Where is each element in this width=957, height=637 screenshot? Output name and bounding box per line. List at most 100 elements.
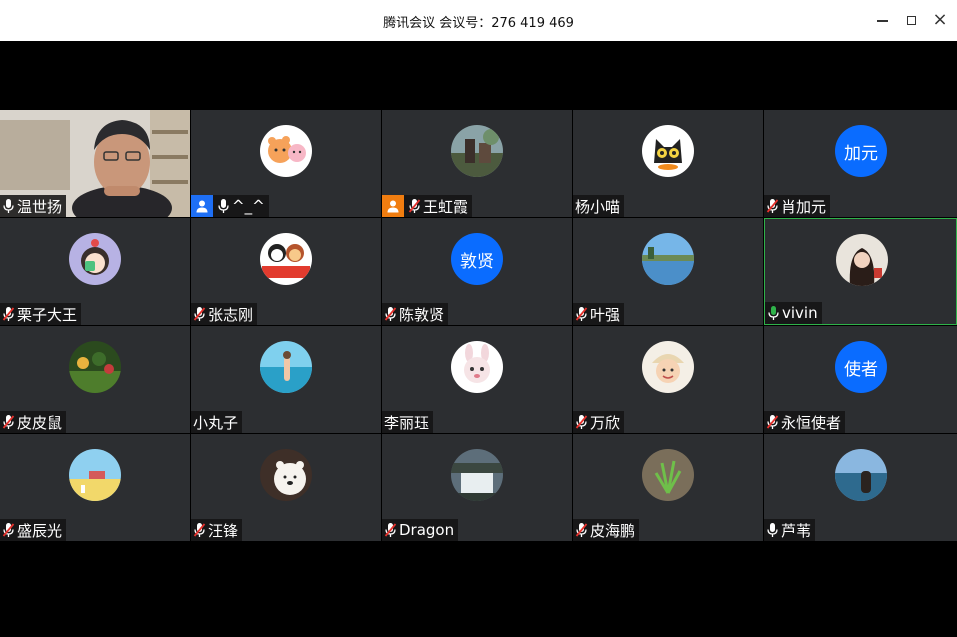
- participant-tile[interactable]: 盛辰光: [0, 434, 190, 541]
- participant-name-label: 汪锋: [191, 519, 243, 541]
- participant-name: 盛辰光: [17, 521, 63, 540]
- mic-muted-icon: [575, 306, 590, 322]
- waterfall-icon: [451, 449, 503, 501]
- participant-tile[interactable]: 汪锋: [191, 434, 381, 541]
- participant-tile[interactable]: 敦贤陈敦贤: [382, 218, 572, 325]
- initials-avatar: 敦贤: [451, 233, 503, 285]
- participant-name-label: 肖加元: [764, 195, 831, 217]
- participant-name: 温世扬: [17, 197, 63, 216]
- participant-name: ^_^: [232, 197, 265, 215]
- cartoon-girl-icon: [69, 233, 121, 285]
- participant-tile[interactable]: 栗子大王: [0, 218, 190, 325]
- participant-tile[interactable]: 小丸子: [191, 326, 381, 433]
- mic-muted-icon: [575, 414, 590, 430]
- participant-tile[interactable]: 使者永恒使者: [764, 326, 957, 433]
- maximize-icon[interactable]: [897, 6, 925, 34]
- bunny-girl-icon: [451, 341, 503, 393]
- participant-name-label: 杨小喵: [573, 195, 625, 217]
- mic-muted-icon: [408, 198, 423, 214]
- participant-name-label: 叶强: [573, 303, 625, 325]
- participant-name-label: Dragon: [382, 519, 459, 541]
- participant-name-label: 永恒使者: [764, 411, 846, 433]
- participant-name: 芦苇: [781, 521, 812, 540]
- user-badge-icon: [191, 195, 213, 217]
- initials-avatar: 使者: [835, 341, 887, 393]
- participant-name-label: 张志刚: [191, 303, 258, 325]
- participant-tile[interactable]: 叶强: [573, 218, 763, 325]
- participant-name: 万欣: [590, 413, 621, 432]
- participant-name-label: vivin: [765, 302, 822, 324]
- participant-name-label: 芦苇: [764, 519, 816, 541]
- plant-photo-icon: [642, 449, 694, 501]
- participant-tile[interactable]: 加元肖加元: [764, 110, 957, 217]
- participant-tile[interactable]: Dragon: [382, 434, 572, 541]
- close-icon[interactable]: [926, 6, 954, 34]
- participant-tile[interactable]: 万欣: [573, 326, 763, 433]
- sunny-field-icon: [69, 449, 121, 501]
- participant-tile[interactable]: 芦苇: [764, 434, 957, 541]
- bear-cartoon-icon: [260, 125, 312, 177]
- participant-tile[interactable]: 杨小喵: [573, 110, 763, 217]
- mic-muted-icon: [2, 522, 17, 538]
- participant-name: 小丸子: [193, 413, 239, 432]
- mic-muted-icon: [575, 522, 590, 538]
- participant-tile[interactable]: 张志刚: [191, 218, 381, 325]
- participant-tile[interactable]: 温世扬: [0, 110, 190, 217]
- polar-bear-icon: [260, 449, 312, 501]
- participant-grid: 温世扬 ^_^ 王虹霞 杨小喵 加元 肖加元 栗子大王 张志刚 敦贤 陈敦贤 叶强 vivin 皮皮鼠小…: [0, 110, 957, 543]
- microphone-icon: [767, 305, 782, 321]
- participant-name-label: 栗子大王: [0, 303, 82, 325]
- participant-name-label: ^_^: [191, 195, 269, 217]
- initials-avatar: 加元: [835, 125, 887, 177]
- participant-name-label: 小丸子: [191, 411, 243, 433]
- mic-muted-icon: [766, 414, 781, 430]
- participant-name: 肖加元: [781, 197, 827, 216]
- participant-name-label: 陈敦贤: [382, 303, 449, 325]
- participant-name: Dragon: [399, 521, 455, 539]
- lake-landscape-icon: [642, 233, 694, 285]
- participant-name: 皮海鹏: [590, 521, 636, 540]
- participant-tile[interactable]: vivin: [764, 218, 957, 325]
- mic-muted-icon: [766, 198, 781, 214]
- participant-name: 王虹霞: [423, 197, 469, 216]
- microphone-icon: [766, 522, 781, 538]
- girl-photo-icon: [836, 234, 888, 286]
- participant-name-label: 万欣: [573, 411, 625, 433]
- photo-garden-icon: [451, 125, 503, 177]
- cat-cartoon-icon: [642, 125, 694, 177]
- flowers-garden-icon: [69, 341, 121, 393]
- seaside-photo-icon: [835, 449, 887, 501]
- wuhan-jiayou-icon: [260, 233, 312, 285]
- microphone-icon: [217, 198, 232, 214]
- participant-name: vivin: [782, 304, 818, 322]
- participant-tile[interactable]: 皮皮鼠: [0, 326, 190, 433]
- participant-name: 永恒使者: [781, 413, 842, 432]
- beach-photo-icon: [260, 341, 312, 393]
- participant-name: 杨小喵: [575, 197, 621, 216]
- participant-name-label: 皮海鹏: [573, 519, 640, 541]
- participant-name: 汪锋: [208, 521, 239, 540]
- participant-tile[interactable]: 李丽珏: [382, 326, 572, 433]
- participant-tile[interactable]: ^_^: [191, 110, 381, 217]
- user-badge-icon: [382, 195, 404, 217]
- title-bar: 腾讯会议 会议号：276 419 469: [0, 0, 957, 41]
- microphone-icon: [2, 198, 17, 214]
- participant-tile[interactable]: 王虹霞: [382, 110, 572, 217]
- participant-name: 张志刚: [208, 305, 254, 324]
- participant-name-label: 李丽珏: [382, 411, 434, 433]
- mic-muted-icon: [193, 306, 208, 322]
- participant-name-label: 盛辰光: [0, 519, 67, 541]
- mic-muted-icon: [384, 522, 399, 538]
- participant-tile[interactable]: 皮海鹏: [573, 434, 763, 541]
- minimize-icon[interactable]: [868, 6, 896, 34]
- mic-muted-icon: [2, 306, 17, 322]
- participant-name-label: 王虹霞: [382, 195, 473, 217]
- window-title: 腾讯会议 会议号：276 419 469: [383, 16, 574, 31]
- participant-name: 陈敦贤: [399, 305, 445, 324]
- mic-muted-icon: [193, 522, 208, 538]
- participant-name: 皮皮鼠: [17, 413, 63, 432]
- child-photo-icon: [642, 341, 694, 393]
- participant-name-label: 皮皮鼠: [0, 411, 67, 433]
- participant-name: 栗子大王: [17, 305, 78, 324]
- participant-name: 李丽珏: [384, 413, 430, 432]
